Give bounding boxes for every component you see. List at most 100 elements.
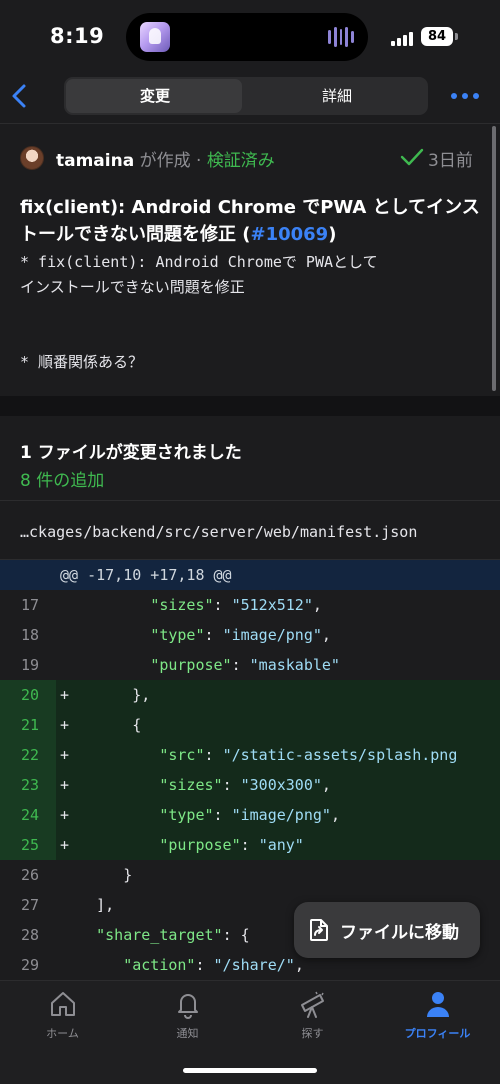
code-line: + {	[60, 710, 141, 740]
line-number: 24	[0, 800, 56, 830]
commit-body: * fix(client): Android Chromeで PWAとして イン…	[20, 253, 378, 371]
line-number: 17	[20, 596, 40, 614]
diff-sign: +	[60, 746, 70, 764]
home-indicator	[183, 1068, 317, 1073]
json-separator: :	[213, 596, 232, 614]
diff-row-context: 19 "purpose": "maskable"	[0, 650, 500, 680]
line-number: 27	[20, 896, 40, 914]
json-key: "type"	[159, 806, 214, 824]
jump-to-file-button[interactable]: ファイルに移動	[294, 902, 480, 958]
bell-icon	[177, 994, 198, 1019]
code-line: "purpose": "maskable"	[60, 650, 340, 680]
code-line: "sizes": "512x512",	[60, 590, 322, 620]
cellular-signal-icon	[391, 32, 417, 46]
code-line: + },	[60, 680, 150, 710]
diff-row-added: 22 + "src": "/static-assets/splash.png	[0, 740, 500, 770]
back-chevron-icon[interactable]	[6, 80, 38, 112]
code-punctuation: ,	[294, 956, 304, 974]
code-punctuation: {	[240, 926, 250, 944]
now-playing-artwork	[140, 22, 170, 52]
tab-home-label: ホーム	[46, 1027, 79, 1040]
code-line: "action": "/share/",	[60, 950, 304, 980]
file-jump-icon	[310, 919, 328, 941]
file-path-header[interactable]: …ckages/backend/src/server/web/manifest.…	[0, 500, 500, 560]
code-line: ],	[60, 890, 114, 920]
tab-profile-label: プロフィール	[404, 1027, 471, 1040]
json-key: "sizes"	[150, 596, 214, 614]
code-punctuation: }	[123, 866, 133, 884]
check-icon	[400, 148, 424, 166]
diff-sign: +	[60, 716, 70, 734]
profile-icon	[426, 992, 449, 1017]
hunk-text: @@ -17,10 +17,18 @@	[60, 566, 232, 584]
commit-time: 3日前	[428, 151, 473, 171]
json-value: "/static-assets/splash.png	[222, 746, 458, 764]
json-key: "purpose"	[150, 656, 232, 674]
json-key: "sizes"	[159, 776, 223, 794]
tab-profile[interactable]: プロフィール	[375, 989, 500, 1049]
json-separator: :	[195, 956, 214, 974]
jump-to-file-label: ファイルに移動	[340, 923, 459, 943]
navigation-bar: 変更 詳細	[0, 74, 500, 124]
diff-row-context: 17 "sizes": "512x512",	[0, 590, 500, 620]
code-line: "type": "image/png",	[60, 620, 331, 650]
tab-details[interactable]: 詳細	[246, 77, 428, 115]
code-line: + "src": "/static-assets/splash.png	[60, 740, 457, 770]
status-time: 8:19	[50, 24, 105, 48]
commit-title-end: )	[328, 224, 337, 245]
code-punctuation: },	[132, 686, 151, 704]
scrollbar[interactable]	[492, 126, 496, 391]
json-value: "image/png"	[222, 626, 322, 644]
line-number: 26	[20, 866, 40, 884]
tab-home[interactable]: ホーム	[0, 989, 125, 1049]
json-separator: :	[204, 746, 223, 764]
files-changed-title: 1 ファイルが変更されました	[20, 443, 242, 463]
diff-sign: +	[60, 686, 70, 704]
json-key: "type"	[150, 626, 205, 644]
code-punctuation: ,	[330, 806, 340, 824]
diff-sign: +	[60, 806, 70, 824]
more-options-icon[interactable]	[450, 92, 480, 100]
home-icon	[50, 992, 75, 1016]
code-punctuation: {	[132, 716, 142, 734]
tab-notifications[interactable]: 通知	[125, 989, 250, 1049]
tab-explore[interactable]: 探す	[250, 989, 375, 1049]
line-number: 19	[20, 656, 40, 674]
json-separator: :	[240, 836, 259, 854]
code-line: + "type": "image/png",	[60, 800, 340, 830]
line-number: 18	[20, 626, 40, 644]
pull-request-link[interactable]: #10069	[251, 224, 329, 245]
code-line: + "sizes": "300x300",	[60, 770, 331, 800]
code-punctuation: ],	[96, 896, 115, 914]
json-key: "action"	[123, 956, 196, 974]
json-separator: :	[231, 656, 250, 674]
tab-changes[interactable]: 変更	[64, 77, 246, 115]
diff-row-context: 26 }	[0, 860, 500, 890]
author-avatar[interactable]	[20, 146, 44, 170]
line-number: 23	[0, 770, 56, 800]
code-punctuation: ,	[312, 596, 322, 614]
line-number: 29	[20, 956, 40, 974]
json-separator: :	[204, 626, 223, 644]
json-value: "any"	[258, 836, 304, 854]
author-name[interactable]: tamaina	[56, 151, 134, 171]
verified-label: 検証済み	[206, 151, 275, 171]
json-value: "/share/"	[213, 956, 295, 974]
battery-tip	[455, 33, 458, 40]
files-summary: 1 ファイルが変更されました 8 件の追加	[0, 416, 500, 500]
code-line: + "purpose": "any"	[60, 830, 304, 860]
tab-explore-label: 探す	[301, 1027, 324, 1040]
line-number: 25	[0, 830, 56, 860]
author-line: tamaina が作成 · 検証済み	[56, 146, 275, 171]
line-number: 20	[0, 680, 56, 710]
battery-icon: 84	[421, 27, 453, 46]
json-key: "purpose"	[159, 836, 241, 854]
diff-row-context: 18 "type": "image/png",	[0, 620, 500, 650]
